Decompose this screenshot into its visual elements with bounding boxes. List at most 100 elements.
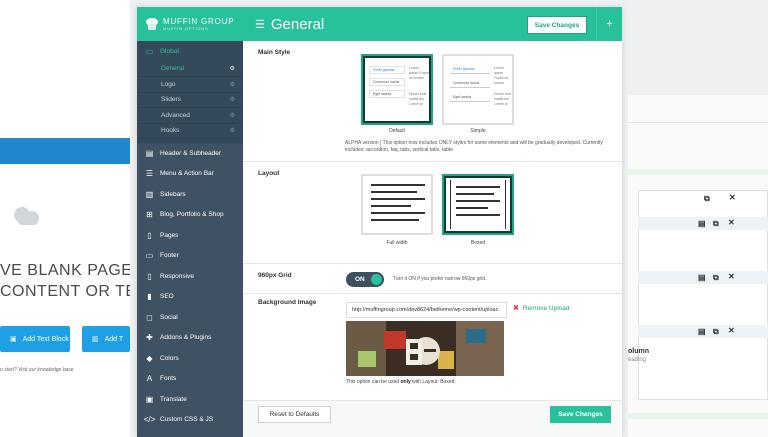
edit-icon[interactable]: ▤ — [698, 327, 706, 336]
style-option-default[interactable]: Prefix gravida Commodo luctus Eget lacin… — [361, 54, 433, 125]
sidebar-icon: ▥ — [145, 189, 154, 199]
add-t-button[interactable]: ▥ Add T — [82, 326, 130, 352]
sidebar-item-addons[interactable]: ✚ Addons & Plugins — [137, 328, 243, 349]
mini-text: Donec erat mattis dui Lorem ip — [494, 92, 512, 106]
sidebar-item-label: Social — [160, 313, 178, 321]
layout-option-full-width[interactable] — [361, 174, 433, 235]
close-icon[interactable]: ✕ — [728, 218, 735, 227]
code-icon: </> — [143, 415, 156, 425]
sidebar-item-social[interactable]: ◻ Social — [137, 307, 243, 328]
layout-line — [371, 191, 417, 193]
header: ☰ General Save Changes + — [243, 7, 622, 41]
main-style-note: ALPHA version | This option now includes… — [345, 140, 603, 153]
sidebar-item-label: Header & Subheader — [160, 149, 222, 157]
edit-icon[interactable]: ▤ — [698, 273, 706, 282]
sidebar: MUFFIN GROUP MUFFIN OPTIONS ▭ Global Gen… — [137, 7, 243, 437]
layout-line — [371, 205, 411, 207]
grid-note: Turn it ON if you prefer narrow 960px gr… — [393, 276, 487, 282]
sidebar-item-label: Pages — [160, 231, 179, 239]
addons-icon: ✚ — [146, 333, 153, 343]
column-sublabel: eading — [628, 357, 647, 363]
layout-option-boxed[interactable] — [442, 174, 514, 235]
sidebar-item-custom-css[interactable]: </> Custom CSS & JS — [137, 410, 243, 431]
style-option-default-caption: Default — [389, 128, 405, 134]
brand: MUFFIN GROUP MUFFIN OPTIONS — [137, 7, 243, 41]
sidebar-item-header[interactable]: ▤ Header & Subheader — [137, 143, 243, 164]
sidebar-item-colors[interactable]: ◆ Colors — [137, 348, 243, 369]
copy-icon[interactable]: ⧉ — [704, 194, 710, 204]
sidebar-item-label: Sidebars — [160, 190, 186, 198]
plus-square-icon: ▣ — [10, 336, 17, 343]
sidebar-item-label: Menu & Action Bar — [160, 170, 214, 178]
background-image-url-input[interactable] — [346, 302, 507, 318]
sidebar-item-pages[interactable]: ▯ Pages — [137, 225, 243, 246]
sidebar-item-sidebars[interactable]: ▥ Sidebars — [137, 184, 243, 205]
main-content: ☰ General Save Changes + Main Style Pref… — [243, 7, 622, 437]
sidebar-subitem-general[interactable]: General ⚙ — [137, 61, 243, 77]
colors-icon: ◆ — [146, 353, 153, 363]
close-icon[interactable]: ✕ — [728, 272, 735, 281]
grid-toggle[interactable]: ON — [346, 272, 384, 287]
sidebar-item-label: Global — [160, 47, 179, 55]
sidebar-subitem-hooks[interactable]: Hooks ⚙ — [137, 123, 243, 139]
sidebar-item-footer[interactable]: ▭ Footer — [137, 246, 243, 267]
image-note-bold: only — [400, 379, 411, 385]
gear-icon: ⚙ — [229, 97, 235, 104]
image-note-prefix: This option can be used — [346, 379, 401, 385]
options-panel: MUFFIN GROUP MUFFIN OPTIONS ▭ Global Gen… — [137, 7, 622, 437]
sidebar-subitem-sliders[interactable]: Sliders ⚙ — [137, 92, 243, 108]
sidebar-subitem-label: Advanced — [161, 111, 190, 119]
close-icon[interactable]: ✕ — [728, 326, 735, 335]
mini-text: Lorem ipsum Fusce mi ornare — [409, 66, 429, 80]
copy-icon[interactable]: ⧉ — [713, 273, 719, 283]
grid-toggle-label: ON — [355, 276, 365, 283]
background-image-note: This option can be used only with Layout… — [346, 379, 456, 385]
pages-icon: ▯ — [147, 230, 152, 240]
copy-icon[interactable]: ⧉ — [713, 327, 719, 337]
style-option-simple[interactable]: Prefix gravida Commodo luctus Eget lacin… — [442, 54, 514, 125]
sidebar-item-label: Blog, Portfolio & Shop — [160, 211, 224, 219]
muffin-logo-icon — [146, 18, 158, 30]
sidebar-subitem-label: Logo — [161, 80, 176, 88]
layout-line — [371, 219, 419, 221]
layout-line — [371, 212, 425, 214]
sidebar-item-label: Translate — [160, 395, 187, 403]
save-changes-bottom-button[interactable]: Save Changes — [550, 406, 611, 423]
sidebar-item-global[interactable]: ▭ Global — [137, 41, 243, 62]
style-option-simple-caption: Simple — [470, 128, 486, 134]
reset-defaults-button[interactable]: Reset to Defaults — [258, 406, 331, 423]
footer-bar: Reset to Defaults Save Changes — [243, 400, 622, 437]
sidebar-item-fonts[interactable]: A Fonts — [137, 369, 243, 390]
remove-upload-label: Remove Upload — [522, 304, 570, 312]
sidebar-item-seo[interactable]: ▮ SEO — [137, 287, 243, 308]
save-changes-top-button[interactable]: Save Changes — [527, 16, 587, 34]
toggle-knob — [371, 274, 382, 285]
header-icon: ▤ — [145, 148, 154, 158]
background-image-label: Background Image — [258, 299, 317, 306]
add-text-block-button[interactable]: ▣ Add Text Block — [0, 326, 70, 352]
grid-section: 960px Grid ON Turn it ON if you prefer n… — [243, 264, 622, 294]
remove-upload-link[interactable]: ✖ Remove Upload — [513, 304, 570, 313]
sidebar-subitem-logo[interactable]: Logo ⚙ — [137, 77, 243, 93]
sidebar-subitem-label: Hooks — [161, 127, 180, 135]
gear-icon: ⚙ — [229, 81, 235, 88]
main-style-section: Main Style Prefix gravida Commodo luctus… — [243, 41, 622, 162]
sidebar-item-menu[interactable]: ☰ Menu & Action Bar — [137, 164, 243, 185]
copy-icon[interactable]: ⧉ — [713, 219, 719, 229]
divider — [628, 169, 768, 175]
sidebar-item-blog[interactable]: ⊞ Blog, Portfolio & Shop — [137, 205, 243, 226]
expand-plus-button[interactable]: + — [596, 7, 622, 41]
divider — [628, 122, 768, 123]
sidebar-item-translate[interactable]: ▣ Translate — [137, 389, 243, 410]
sidebar-item-label: Colors — [160, 354, 179, 362]
main-style-label: Main Style — [258, 49, 291, 56]
grid-label: 960px Grid — [258, 272, 292, 279]
edit-icon[interactable]: ▤ — [698, 219, 706, 228]
layout-line — [456, 214, 500, 216]
close-icon[interactable]: ✕ — [729, 193, 736, 202]
add-text-block-label: Add Text Block — [22, 335, 69, 343]
sidebar-item-responsive[interactable]: ▯ Responsive — [137, 266, 243, 287]
brand-subtitle: MUFFIN OPTIONS — [163, 26, 209, 31]
sidebar-subitem-advanced[interactable]: Advanced ⚙ — [137, 108, 243, 124]
mini-row: Eget lacinia — [450, 94, 490, 102]
